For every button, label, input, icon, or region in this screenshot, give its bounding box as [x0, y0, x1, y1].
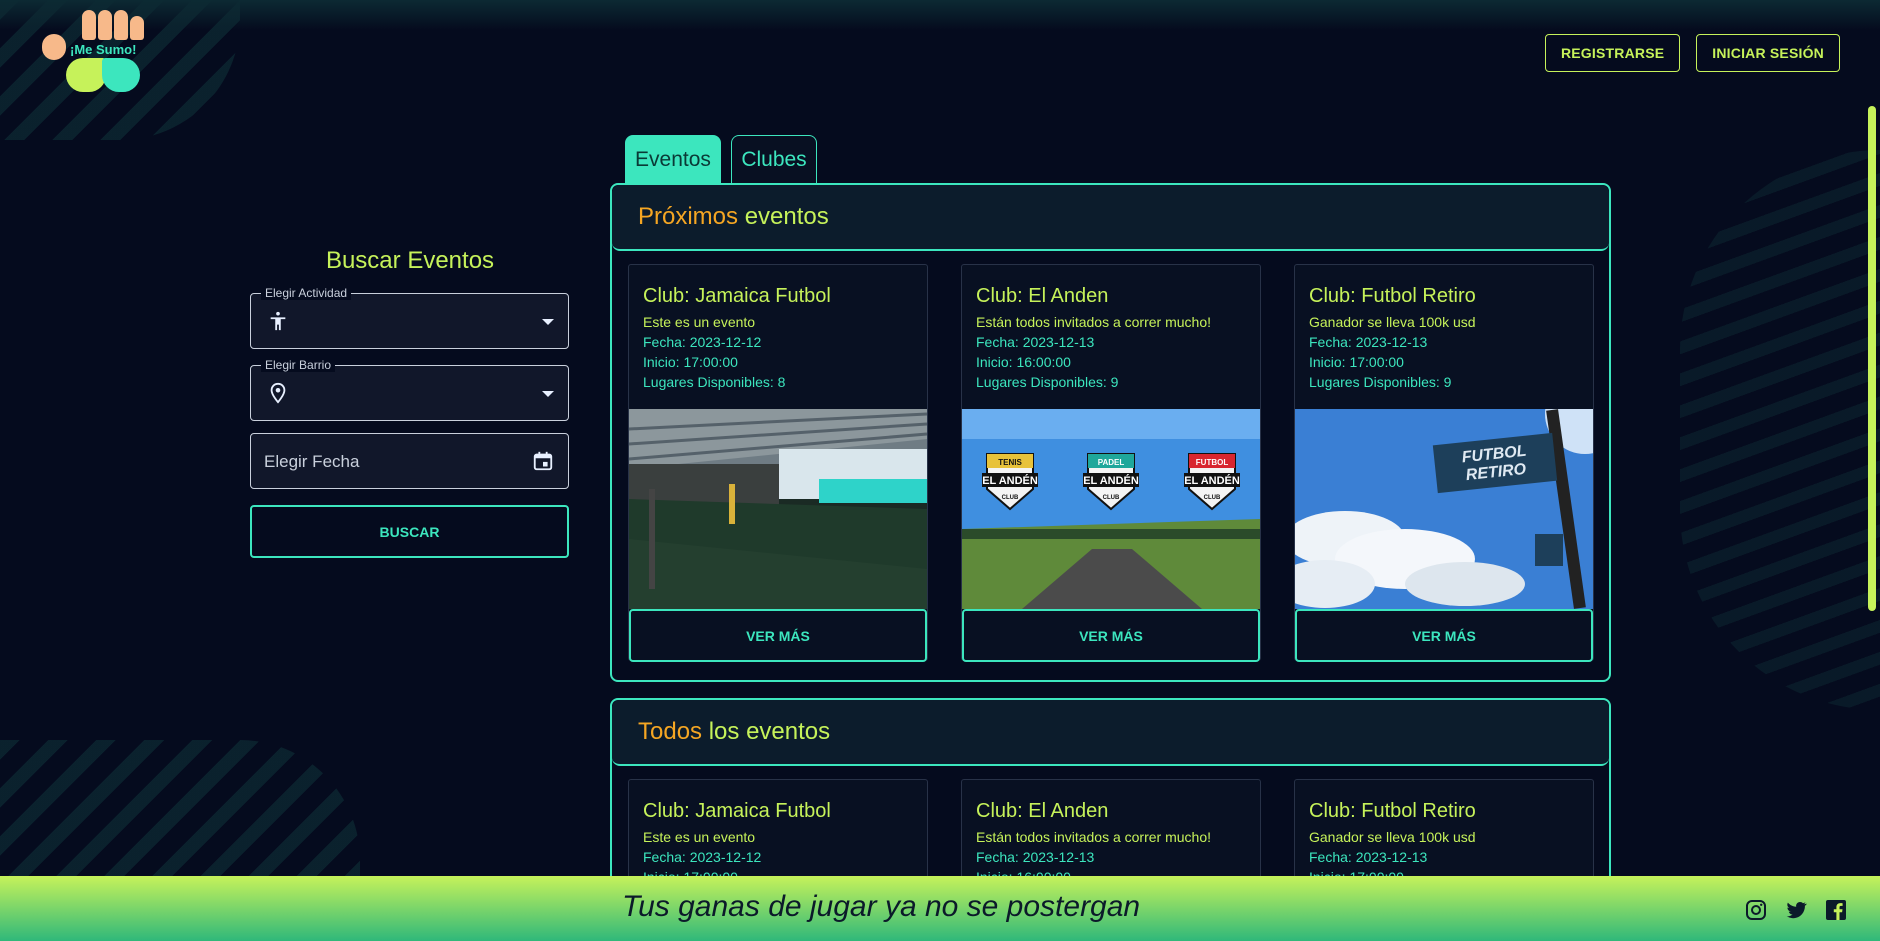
event-card: Club: Futbol Retiro Ganador se lleva 100…	[1294, 264, 1594, 662]
chevron-down-icon	[542, 319, 554, 325]
card-spots: Lugares Disponibles: 8	[643, 374, 786, 390]
activity-legend: Elegir Actividad	[261, 286, 352, 300]
all-title-rest: los eventos	[708, 718, 831, 745]
card-description: Ganador se lleva 100k usd	[1309, 314, 1476, 330]
upcoming-events-section: Próximos eventos Club: Jamaica Futbol Es…	[610, 183, 1611, 682]
card-date: Fecha: 2023-12-12	[643, 849, 762, 865]
all-title-accent: Todos	[638, 718, 703, 745]
logo-finger	[130, 16, 144, 40]
tab-clubes[interactable]: Clubes	[731, 135, 817, 184]
card-spots: Lugares Disponibles: 9	[976, 374, 1119, 390]
social-links	[1744, 898, 1848, 922]
logo-palm-left	[66, 58, 106, 92]
anden-badge-sub: CLUB	[1204, 495, 1221, 501]
anden-badge-name: EL ANDÉN	[1184, 474, 1240, 487]
upcoming-title-accent: Próximos	[638, 203, 739, 230]
card-club: Club: Futbol Retiro	[1309, 800, 1476, 822]
auth-actions: REGISTRARSE INICIAR SESIÓN	[1544, 34, 1840, 72]
footer-tagline: Tus ganas de jugar ya no se postergan	[622, 890, 1141, 923]
card-date: Fecha: 2023-12-13	[1309, 334, 1428, 350]
date-placeholder: Elegir Fecha	[264, 452, 360, 471]
footer: Tus ganas de jugar ya no se postergan	[0, 876, 1880, 941]
anden-badge-sub: CLUB	[1103, 495, 1120, 501]
club-image-jamaica	[629, 409, 927, 609]
club-image-anden: TENIS EL ANDÉN CLUB PADEL EL ANDÉN CLUB	[962, 409, 1260, 609]
card-club: Club: El Anden	[976, 800, 1109, 822]
card-description: Este es un evento	[643, 829, 756, 845]
card-club: Club: Futbol Retiro	[1309, 285, 1476, 307]
top-glow	[0, 0, 1880, 30]
card-date: Fecha: 2023-12-13	[976, 334, 1095, 350]
upcoming-title-rest: eventos	[744, 203, 829, 230]
card-description: Están todos invitados a correr mucho!	[976, 829, 1212, 845]
logo-finger	[82, 10, 96, 40]
logo-finger	[114, 10, 128, 40]
card-date: Fecha: 2023-12-12	[643, 334, 762, 350]
logo-thumb	[42, 34, 66, 60]
activity-select[interactable]: Elegir Actividad	[250, 286, 569, 349]
all-events-section: Todos los eventos Club: Jamaica Futbol E…	[610, 698, 1611, 929]
search-button[interactable]: BUSCAR	[250, 505, 569, 558]
barrio-legend: Elegir Barrio	[261, 358, 336, 372]
location-pin-icon	[270, 382, 286, 404]
decor-stripes-bottom-left	[0, 740, 360, 880]
club-image-retiro: FUTBOL RETIRO	[1295, 409, 1593, 609]
scrollbar[interactable]	[1868, 106, 1876, 611]
anden-badge-name: EL ANDÉN	[1083, 474, 1139, 487]
see-more-button[interactable]: VER MÁS	[1295, 609, 1593, 662]
anden-badge-name: EL ANDÉN	[982, 474, 1038, 487]
see-more-button[interactable]: VER MÁS	[962, 609, 1260, 662]
card-club: Club: Jamaica Futbol	[643, 285, 831, 307]
card-description: Están todos invitados a correr mucho!	[976, 314, 1212, 330]
card-club: Club: Jamaica Futbol	[643, 800, 831, 822]
anden-badge-text: TENIS	[998, 458, 1022, 467]
card-spots: Lugares Disponibles: 9	[1309, 374, 1452, 390]
see-more-button[interactable]: VER MÁS	[629, 609, 927, 662]
upcoming-events-header: Próximos eventos	[612, 185, 1609, 251]
anden-badge-text: FUTBOL	[1196, 458, 1229, 467]
event-card: Club: El Anden Están todos invitados a c…	[961, 264, 1261, 662]
twitter-icon[interactable]	[1784, 898, 1808, 922]
anden-badge-sub: CLUB	[1002, 495, 1019, 501]
event-card: Club: Jamaica Futbol Este es un evento F…	[628, 264, 928, 662]
logo-text: ¡Me Sumo!	[70, 42, 137, 57]
decor-stripes-right	[1680, 150, 1880, 710]
card-start: Inicio: 17:00:00	[643, 354, 738, 370]
card-club: Club: El Anden	[976, 285, 1109, 307]
chevron-down-icon	[542, 391, 554, 397]
card-description: Este es un evento	[643, 314, 756, 330]
logo[interactable]: ¡Me Sumo!	[42, 10, 144, 94]
all-events-header: Todos los eventos	[612, 700, 1609, 766]
card-description: Ganador se lleva 100k usd	[1309, 829, 1476, 845]
card-date: Fecha: 2023-12-13	[976, 849, 1095, 865]
logo-palm-right	[102, 58, 140, 92]
instagram-icon[interactable]	[1744, 898, 1768, 922]
card-date: Fecha: 2023-12-13	[1309, 849, 1428, 865]
facebook-icon[interactable]	[1824, 898, 1848, 922]
calendar-icon[interactable]	[532, 450, 554, 472]
login-button[interactable]: INICIAR SESIÓN	[1696, 34, 1840, 72]
accessibility-icon	[270, 311, 286, 331]
logo-finger	[98, 10, 112, 40]
barrio-select[interactable]: Elegir Barrio	[250, 358, 569, 421]
card-start: Inicio: 16:00:00	[976, 354, 1071, 370]
date-field[interactable]: Elegir Fecha	[250, 433, 569, 489]
search-title: Buscar Eventos	[325, 247, 495, 274]
card-start: Inicio: 17:00:00	[1309, 354, 1404, 370]
anden-badge-text: PADEL	[1098, 458, 1125, 467]
register-button[interactable]: REGISTRARSE	[1544, 34, 1681, 72]
tab-eventos[interactable]: Eventos	[625, 135, 721, 184]
